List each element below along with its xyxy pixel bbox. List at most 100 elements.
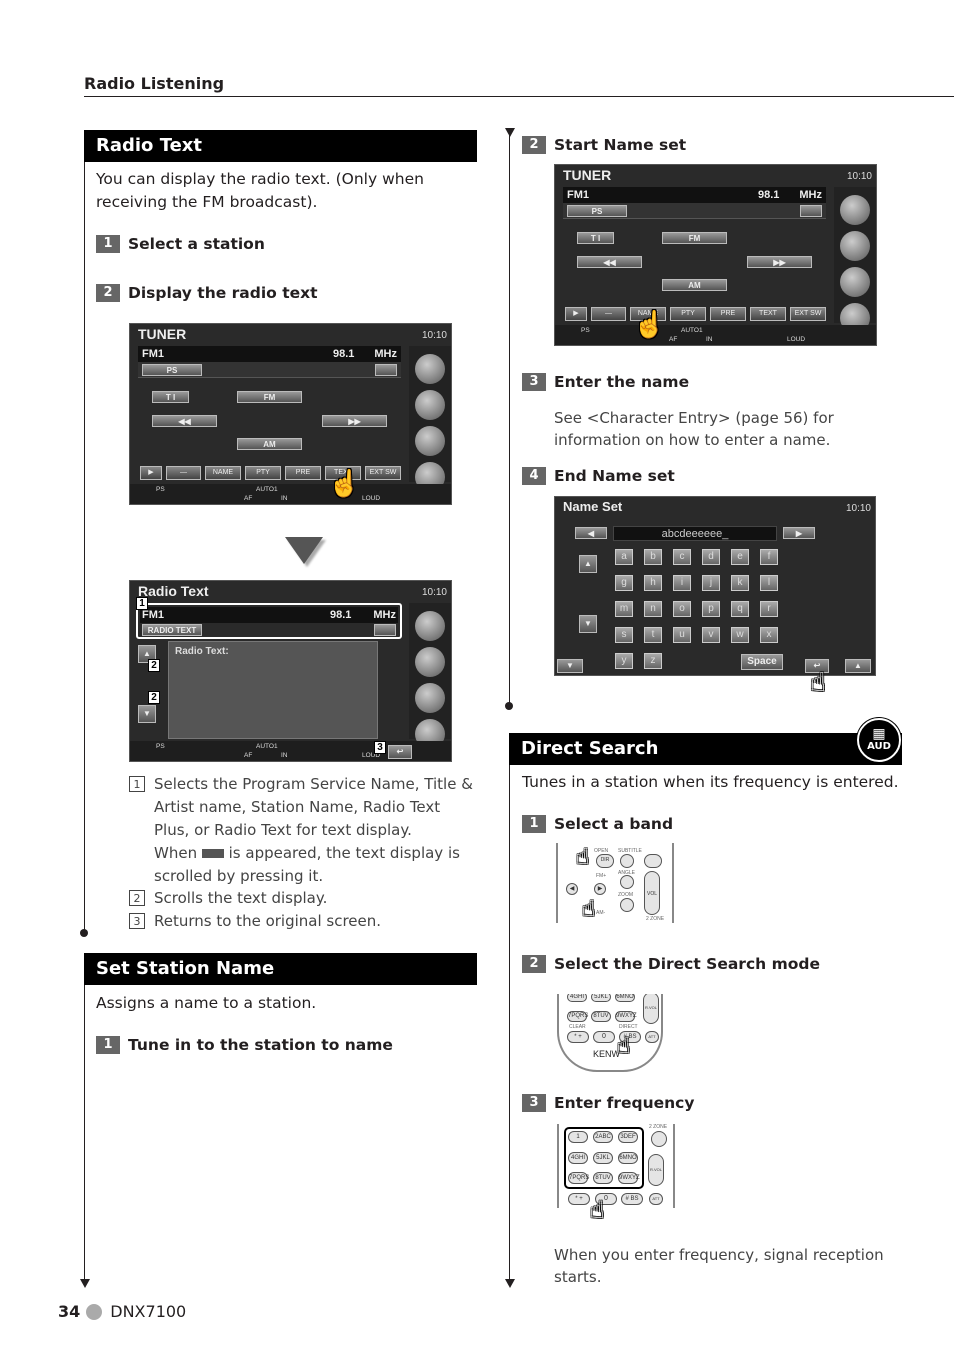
key-b[interactable]: b <box>644 549 662 565</box>
media-icon[interactable] <box>840 231 870 261</box>
key-4[interactable]: 4GHI <box>568 1152 588 1164</box>
key-g[interactable]: g <box>615 575 633 591</box>
display-selection-area[interactable]: FM1 98.1 MHz RADIO TEXT <box>136 603 402 639</box>
menu-icon[interactable] <box>840 195 870 225</box>
key-v[interactable]: v <box>702 627 720 643</box>
speaker-icon[interactable] <box>415 426 445 456</box>
key-y[interactable]: y <box>615 653 633 669</box>
scroll-button[interactable] <box>375 364 397 376</box>
zoom-key[interactable] <box>620 898 634 912</box>
bottom-button[interactable]: ▶ <box>140 466 162 480</box>
key-1[interactable]: 1 <box>568 1131 588 1143</box>
rvol-key[interactable]: R.VOL <box>643 994 659 1024</box>
key-5[interactable]: 5JKL <box>593 1152 613 1164</box>
key-j[interactable]: j <box>702 575 720 591</box>
key-d[interactable]: d <box>702 549 720 565</box>
scroll-button[interactable] <box>374 624 396 636</box>
clear-key[interactable]: * + <box>567 1031 589 1043</box>
key-p[interactable]: p <box>702 601 720 617</box>
menu-icon[interactable] <box>415 354 445 384</box>
key-u[interactable]: u <box>673 627 691 643</box>
speaker-icon[interactable] <box>840 267 870 297</box>
ext-sw-button[interactable]: EXT SW <box>365 466 401 480</box>
volume-down-button[interactable]: ▼ <box>557 659 583 673</box>
radio-text-mode-button[interactable]: RADIO TEXT <box>142 624 202 636</box>
key-i[interactable]: i <box>673 575 691 591</box>
key-9[interactable]: 9WXYZ <box>615 1011 637 1022</box>
key-n[interactable]: n <box>644 601 662 617</box>
pty-button[interactable]: PTY <box>670 307 706 321</box>
remote-key[interactable] <box>620 854 634 868</box>
key-3[interactable]: 3DEF <box>618 1131 638 1143</box>
am-button[interactable]: AM <box>237 438 302 450</box>
key-4[interactable]: 4GHI <box>567 994 587 1002</box>
key-c[interactable]: c <box>673 549 691 565</box>
media-icon[interactable] <box>415 647 445 677</box>
speaker-icon[interactable] <box>415 683 445 713</box>
key-8[interactable]: 8TUV <box>591 1011 611 1022</box>
scroll-down-button[interactable]: ▼ <box>138 705 156 723</box>
rvol-key[interactable]: R.VOL <box>648 1154 664 1186</box>
key-8[interactable]: 8TUV <box>593 1172 613 1184</box>
key-x[interactable]: x <box>760 627 778 643</box>
pre-button[interactable]: PRE <box>285 466 321 480</box>
key-h[interactable]: h <box>644 575 662 591</box>
page-down-button[interactable]: ▼ <box>579 615 597 633</box>
fm-button[interactable]: FM <box>662 232 727 244</box>
att-key[interactable]: ATT <box>645 1031 659 1043</box>
key-f[interactable]: f <box>760 549 778 565</box>
key-9[interactable]: 9WXYZ <box>618 1172 640 1184</box>
cursor-left-button[interactable]: ◀ <box>575 527 607 539</box>
name-button[interactable]: NAME <box>205 466 241 480</box>
key-0[interactable]: 0 <box>593 1031 615 1043</box>
bottom-button[interactable]: — <box>591 307 626 321</box>
key-7[interactable]: 7PQRS <box>567 1011 588 1022</box>
seek-forward-button[interactable]: ▶▶ <box>747 256 812 268</box>
key-a[interactable]: a <box>615 549 633 565</box>
seek-back-button[interactable]: ◀◀ <box>577 256 642 268</box>
page-up-button[interactable]: ▲ <box>579 555 597 573</box>
key-l[interactable]: l <box>760 575 778 591</box>
vol-key[interactable]: VOL <box>644 871 660 915</box>
next-key[interactable]: ▶ <box>594 883 606 895</box>
fm-button[interactable]: FM <box>237 391 302 403</box>
att-key[interactable]: ATT <box>649 1193 663 1205</box>
key-k[interactable]: k <box>731 575 749 591</box>
key-z[interactable]: z <box>644 653 662 669</box>
menu-icon[interactable] <box>415 611 445 641</box>
key-r[interactable]: r <box>760 601 778 617</box>
seek-back-button[interactable]: ◀◀ <box>152 415 217 427</box>
am-button[interactable]: AM <box>662 279 727 291</box>
zone-key[interactable] <box>651 1131 667 1147</box>
prev-key[interactable]: ◀ <box>566 883 578 895</box>
ps-button[interactable]: PS <box>567 205 627 217</box>
key-m[interactable]: m <box>615 601 633 617</box>
key-q[interactable]: q <box>731 601 749 617</box>
ext-sw-button[interactable]: EXT SW <box>790 307 826 321</box>
key-e[interactable]: e <box>731 549 749 565</box>
cursor-right-button[interactable]: ▶ <box>783 527 815 539</box>
seek-forward-button[interactable]: ▶▶ <box>322 415 387 427</box>
pty-button[interactable]: PTY <box>245 466 281 480</box>
return-button[interactable]: ↩ <box>388 745 412 759</box>
pre-button[interactable]: PRE <box>710 307 746 321</box>
key-7[interactable]: 7PQRS <box>568 1172 589 1184</box>
bottom-button[interactable]: ▶ <box>565 307 587 321</box>
scroll-button[interactable] <box>800 205 822 217</box>
key-6[interactable]: 6MNO <box>615 994 635 1002</box>
key-6[interactable]: 6MNO <box>618 1152 638 1164</box>
direct-key[interactable]: # BS <box>621 1193 643 1205</box>
text-button[interactable]: TEXT <box>750 307 786 321</box>
dir-key[interactable]: DIR <box>596 854 614 868</box>
name-entry-field[interactable]: abcdeeeeee_ <box>613 526 777 541</box>
remote-key[interactable] <box>644 854 662 868</box>
key-t[interactable]: t <box>644 627 662 643</box>
ps-button[interactable]: PS <box>142 364 202 376</box>
ti-button[interactable]: T I <box>152 391 189 403</box>
key-2[interactable]: 2ABC <box>593 1131 613 1143</box>
clear-key[interactable]: * + <box>568 1193 590 1205</box>
bottom-button[interactable]: — <box>166 466 201 480</box>
volume-up-button[interactable]: ▲ <box>845 659 871 673</box>
key-o[interactable]: o <box>673 601 691 617</box>
key-s[interactable]: s <box>615 627 633 643</box>
